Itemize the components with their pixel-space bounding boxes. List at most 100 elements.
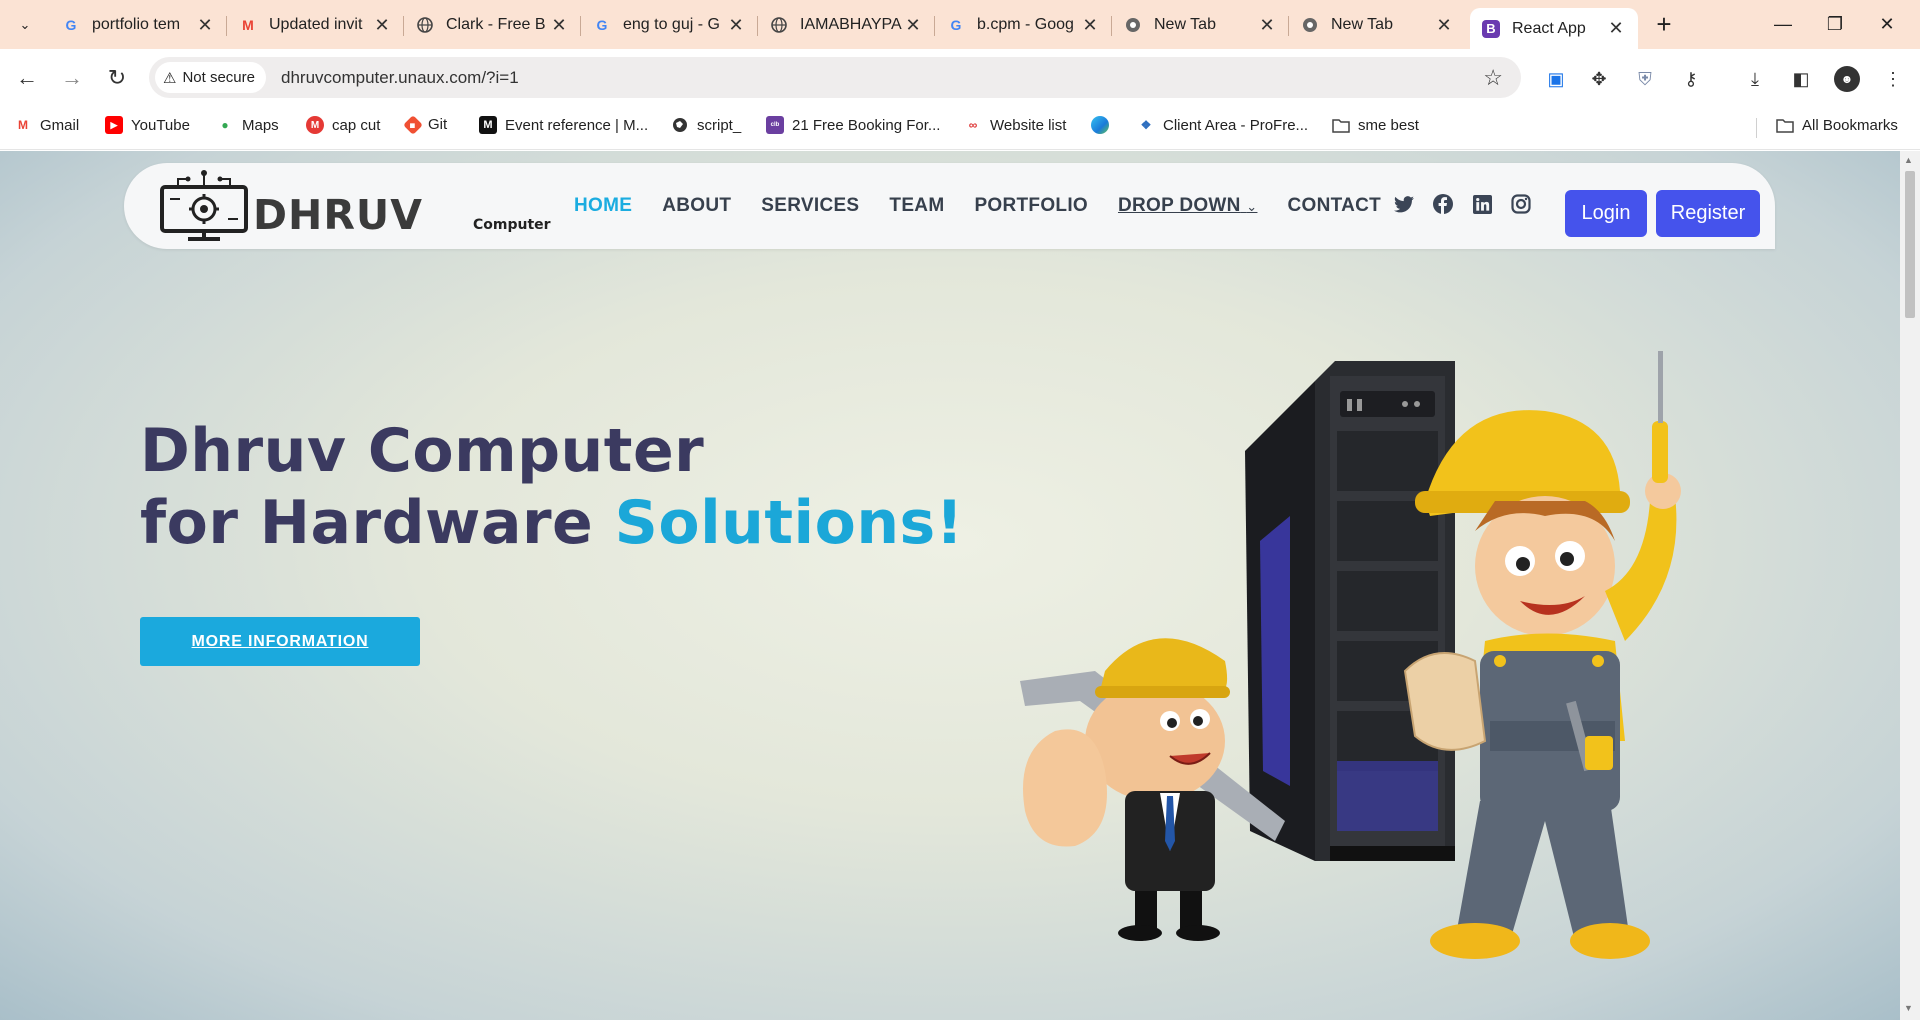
bookmark-label: Client Area - ProFre...: [1163, 116, 1309, 134]
login-button[interactable]: Login: [1565, 190, 1647, 237]
screen-capture-icon[interactable]: ▣: [1543, 66, 1569, 92]
facebook-icon[interactable]: [1432, 193, 1454, 215]
close-icon[interactable]: ✕: [195, 15, 215, 36]
avatar[interactable]: ☻: [1834, 66, 1860, 92]
url-text[interactable]: dhruvcomputer.unaux.com/?i=1: [281, 68, 519, 88]
profreehost-icon: ❖: [1140, 118, 1152, 132]
folder-icon: [1332, 116, 1350, 134]
close-icon[interactable]: ✕: [1257, 15, 1277, 36]
minimize-button[interactable]: —: [1758, 8, 1808, 40]
bookmark-item[interactable]: clb 21 Free Booking For...: [766, 116, 940, 134]
bookmark-item[interactable]: ▶ YouTube: [105, 116, 190, 134]
logo-computer-icon: [160, 170, 248, 241]
forward-button[interactable]: →: [57, 63, 87, 93]
shield-icon[interactable]: ⛨: [1632, 66, 1658, 92]
all-bookmarks-button[interactable]: All Bookmarks: [1776, 116, 1898, 134]
globe-icon: [770, 16, 788, 34]
bookmark-item[interactable]: script_: [671, 116, 741, 134]
back-button[interactable]: ←: [12, 63, 42, 93]
site-logo[interactable]: DHRUV Computer: [158, 169, 551, 243]
chrome-icon: [1301, 16, 1319, 34]
tab[interactable]: New Tab ✕: [1289, 8, 1466, 42]
scrollbar-thumb[interactable]: [1905, 171, 1915, 318]
edge-icon: [1091, 116, 1109, 134]
nav-home[interactable]: HOME: [574, 195, 632, 217]
twitter-icon[interactable]: [1393, 193, 1415, 215]
mdn-icon: M: [479, 116, 497, 134]
bookmark-folder[interactable]: sme best: [1332, 116, 1419, 134]
tab-title: React App: [1512, 19, 1586, 37]
tab[interactable]: IAMABHAYPA ✕: [758, 8, 935, 42]
bookmark-item[interactable]: ❖ Client Area - ProFre...: [1137, 116, 1308, 134]
side-panel-icon[interactable]: ◧: [1788, 66, 1814, 92]
google-icon: G: [596, 17, 608, 33]
bookmark-label: Gmail: [40, 116, 80, 134]
menu-icon[interactable]: ⋮: [1880, 66, 1906, 92]
hero-illustration: [1020, 351, 1681, 959]
bookmark-item[interactable]: M cap cut: [306, 116, 380, 134]
tab[interactable]: G b.cpm - Goog ✕: [935, 8, 1112, 42]
close-icon[interactable]: ✕: [1434, 15, 1454, 36]
security-chip[interactable]: ⚠ Not secure: [155, 62, 266, 93]
tab[interactable]: G eng to guj - G ✕: [581, 8, 758, 42]
close-icon[interactable]: ✕: [1606, 18, 1626, 39]
page-scrollbar[interactable]: ▲ ▼: [1900, 151, 1920, 1020]
chrome-icon: [1124, 16, 1142, 34]
register-button[interactable]: Register: [1656, 190, 1760, 237]
youtube-icon: ▶: [105, 116, 123, 134]
close-icon[interactable]: ✕: [1080, 15, 1100, 36]
bookmark-label: Maps: [242, 116, 279, 134]
tab[interactable]: New Tab ✕: [1112, 8, 1289, 42]
bookmark-item[interactable]: ∞ Website list: [964, 116, 1067, 134]
bookmark-item[interactable]: ◆ Git: [403, 114, 447, 135]
nav-about[interactable]: ABOUT: [662, 195, 731, 217]
window-close-button[interactable]: ✕: [1862, 8, 1912, 40]
tab-search-button[interactable]: ⌄: [9, 12, 41, 38]
address-bar[interactable]: ⚠ Not secure dhruvcomputer.unaux.com/?i=…: [149, 57, 1521, 98]
tab[interactable]: G portfolio tem ✕: [50, 8, 227, 42]
extensions-icon[interactable]: ⚷: [1678, 66, 1704, 92]
linkedin-icon[interactable]: [1471, 193, 1493, 215]
bookmark-label: sme best: [1358, 116, 1419, 134]
google-icon: G: [950, 17, 962, 33]
grid-extension-icon[interactable]: ✥: [1586, 66, 1612, 92]
restore-button[interactable]: ❐: [1810, 8, 1860, 40]
bookmark-label: YouTube: [131, 116, 190, 134]
hero-accent: Solutions!: [614, 488, 964, 558]
nav-services[interactable]: SERVICES: [761, 195, 859, 217]
bookmark-item[interactable]: ● Maps: [216, 116, 279, 134]
bookmark-label: Event reference | M...: [505, 116, 649, 134]
warning-icon: ⚠: [163, 69, 177, 87]
tab[interactable]: Clark - Free B ✕: [404, 8, 581, 42]
git-icon: ◆: [403, 114, 423, 135]
close-icon[interactable]: ✕: [726, 15, 746, 36]
scroll-up-icon[interactable]: ▲: [1904, 155, 1913, 165]
maps-icon: ●: [221, 118, 229, 132]
tab-active[interactable]: B React App ✕: [1470, 8, 1638, 49]
reload-button[interactable]: ↻: [102, 63, 132, 93]
bookmark-item[interactable]: M Gmail: [14, 116, 79, 134]
scroll-down-icon[interactable]: ▼: [1904, 1003, 1913, 1013]
more-information-button[interactable]: MORE INFORMATION: [140, 617, 420, 666]
bookmark-item[interactable]: M Event reference | M...: [479, 116, 648, 134]
gmail-icon: M: [18, 118, 28, 132]
instagram-icon[interactable]: [1510, 193, 1532, 215]
nav-dropdown-label: DROP DOWN: [1117, 195, 1241, 216]
nav-team[interactable]: TEAM: [889, 195, 944, 217]
close-icon[interactable]: ✕: [372, 15, 392, 36]
nav-portfolio[interactable]: PORTFOLIO: [974, 195, 1088, 217]
close-icon[interactable]: ✕: [903, 15, 923, 36]
bookmark-label: script_: [697, 116, 742, 134]
nav-contact[interactable]: CONTACT: [1287, 195, 1381, 217]
download-icon[interactable]: ⤓: [1742, 66, 1768, 92]
nav-dropdown[interactable]: DROP DOWN ⌄: [1118, 195, 1257, 217]
gmail-icon: M: [242, 17, 254, 33]
bookmark-item[interactable]: [1091, 116, 1117, 134]
hero-line-2: for Hardware: [140, 488, 615, 558]
new-tab-button[interactable]: +: [1650, 9, 1678, 39]
tab-title: portfolio tem: [92, 16, 181, 33]
site-header: DHRUV Computer HOME ABOUT SERVICES TEAM …: [124, 163, 1775, 249]
star-icon[interactable]: ☆: [1483, 65, 1503, 91]
close-icon[interactable]: ✕: [549, 15, 569, 36]
tab[interactable]: M Updated invit ✕: [227, 8, 404, 42]
